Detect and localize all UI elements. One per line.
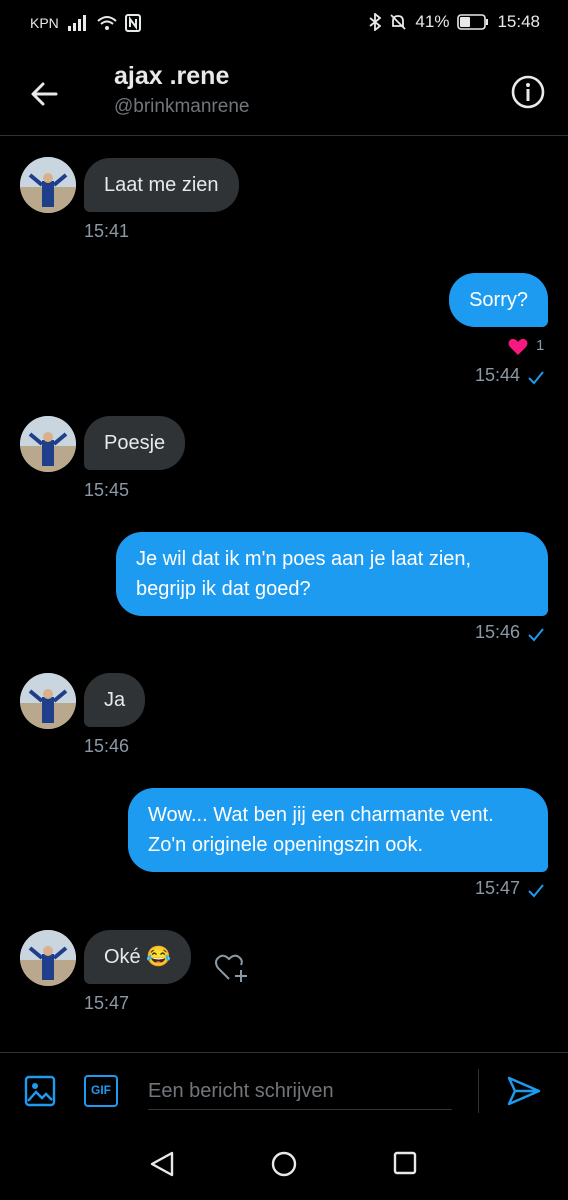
message-time: 15:47 xyxy=(84,993,130,1013)
bluetooth-icon xyxy=(369,13,382,31)
image-icon[interactable] xyxy=(24,1075,56,1107)
nfc-icon xyxy=(124,14,141,32)
contact-handle: @brinkmanrene xyxy=(114,96,250,117)
clock: 15:48 xyxy=(497,12,540,31)
sent-check-icon xyxy=(528,371,544,385)
message-time: 15:46 xyxy=(474,622,520,642)
message-bubble[interactable]: Poesje xyxy=(84,416,186,470)
message-bubble[interactable]: Ja xyxy=(84,673,146,727)
message-input[interactable] xyxy=(148,1073,452,1110)
battery-percent: 41% xyxy=(415,12,450,31)
recents-square-icon[interactable] xyxy=(392,1150,418,1176)
send-icon[interactable] xyxy=(506,1075,542,1107)
avatar[interactable] xyxy=(20,930,76,986)
message-time: 15:47 xyxy=(474,878,520,898)
battery-icon xyxy=(457,14,489,30)
reaction-count: 1 xyxy=(536,337,545,354)
home-circle-icon[interactable] xyxy=(270,1150,298,1178)
message-bubble[interactable]: Laat me zien xyxy=(84,158,239,212)
message-bubble[interactable]: Sorry? xyxy=(449,273,548,327)
message-composer: GIF xyxy=(0,1052,568,1129)
bell-muted-icon xyxy=(390,14,407,30)
composer-divider xyxy=(478,1069,479,1113)
heart-reaction-icon[interactable] xyxy=(508,338,528,356)
message-time: 15:46 xyxy=(84,736,130,756)
message-bubble[interactable]: Oké 😂 xyxy=(84,930,192,984)
message-time: 15:45 xyxy=(84,480,130,500)
contact-name: ajax .rene xyxy=(114,62,230,90)
avatar[interactable] xyxy=(20,416,76,472)
status-right: 41% 15:48 xyxy=(369,12,540,32)
signal-icon xyxy=(67,15,86,31)
carrier-label: KPN xyxy=(30,15,59,31)
message-time: 15:41 xyxy=(84,221,130,241)
avatar[interactable] xyxy=(20,157,76,213)
info-icon[interactable] xyxy=(510,74,546,110)
back-triangle-icon[interactable] xyxy=(148,1150,176,1178)
add-reaction-icon[interactable] xyxy=(214,950,252,984)
status-bar: KPN 41% 15:48 xyxy=(0,0,568,48)
sent-check-icon xyxy=(528,628,544,642)
avatar[interactable] xyxy=(20,673,76,729)
conversation-header: ajax .rene @brinkmanrene xyxy=(0,50,568,136)
message-bubble[interactable]: Wow... Wat ben jij een charmante vent. Z… xyxy=(128,788,548,872)
sent-check-icon xyxy=(528,884,544,898)
system-navigation-bar xyxy=(0,1128,568,1200)
status-left: KPN xyxy=(30,14,141,32)
wifi-icon xyxy=(97,16,117,30)
message-time: 15:44 xyxy=(474,365,520,385)
gif-button[interactable]: GIF xyxy=(84,1075,118,1107)
message-bubble[interactable]: Je wil dat ik m'n poes aan je laat zien,… xyxy=(116,532,548,616)
back-arrow-icon[interactable] xyxy=(26,76,62,112)
